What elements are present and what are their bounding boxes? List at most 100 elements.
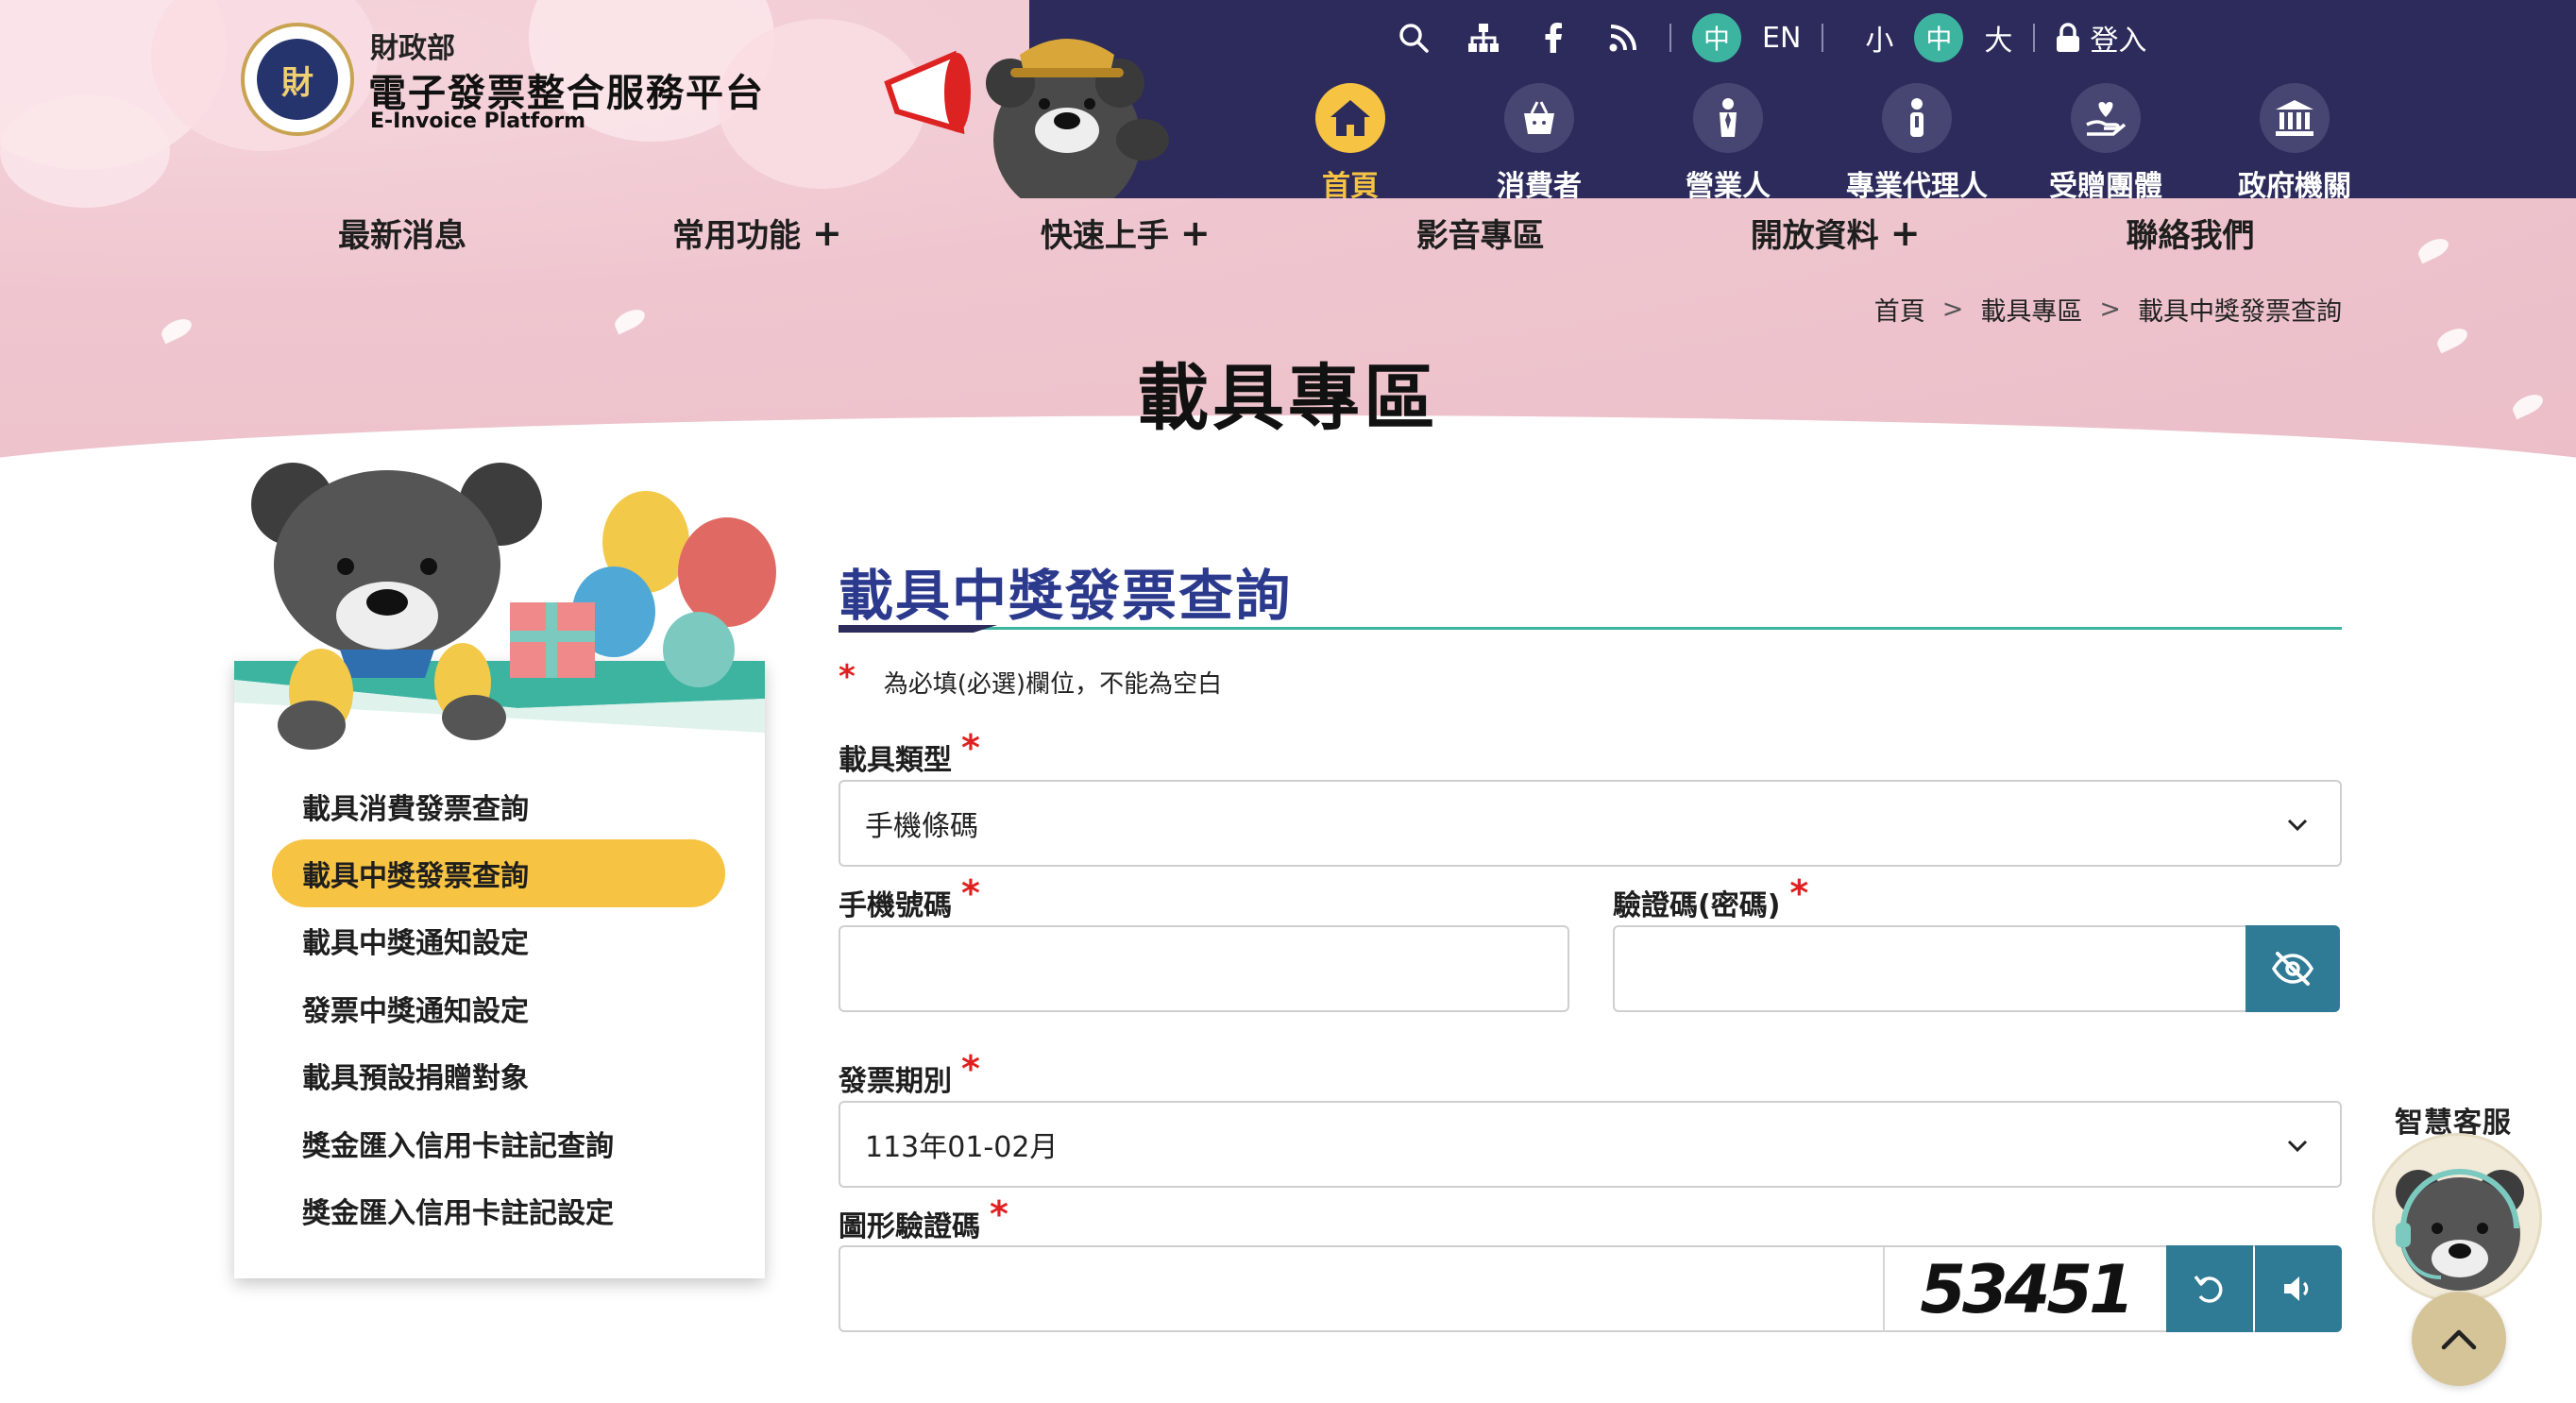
sidebar-item-default-donation[interactable]: 載具預設捐贈對象 [272, 1042, 725, 1109]
businessman-icon [1693, 83, 1763, 153]
divider [2033, 24, 2036, 52]
donation-hand-icon [2071, 83, 2141, 153]
sidebar-item-carrier-winning-query[interactable]: 載具中獎發票查詢 [272, 839, 725, 907]
sidebar-item-credit-card-query[interactable]: 獎金匯入信用卡註記查詢 [272, 1109, 725, 1176]
role-label: 專業代理人 [1846, 170, 1988, 203]
sidebar-item-credit-card-setting[interactable]: 獎金匯入信用卡註記設定 [272, 1176, 725, 1243]
login-label: 登入 [2090, 25, 2147, 58]
required-star: * [839, 658, 856, 696]
audio-captcha-button[interactable] [2255, 1245, 2342, 1332]
nav-video-zone[interactable]: 影音專區 [1416, 210, 1545, 256]
role-consumer[interactable]: 消費者 [1445, 83, 1634, 204]
nav-contact-us[interactable]: 聯絡我們 [2127, 210, 2255, 256]
required-star: * [1789, 872, 1809, 914]
brand-name-en: E-Invoice Platform [370, 110, 586, 133]
phone-barcode-label: 手機號碼 * [839, 872, 980, 923]
lang-zh-button[interactable]: 中 [1692, 13, 1741, 62]
font-size-large-button[interactable]: 大 [1963, 17, 2033, 59]
chevron-down-icon [2287, 1140, 2308, 1153]
rss-icon[interactable] [1598, 13, 1649, 62]
captcha-label: 圖形驗證碼 * [839, 1193, 1008, 1244]
invoice-period-label: 發票期別 * [839, 1048, 980, 1099]
required-star: * [961, 727, 980, 769]
lang-en-button[interactable]: EN [1741, 22, 1822, 55]
role-label: 受贈團體 [2049, 170, 2162, 203]
sidebar-item-carrier-winning-notify[interactable]: 載具中獎通知設定 [272, 907, 725, 974]
back-to-top-button[interactable] [2412, 1292, 2506, 1386]
toggle-password-button[interactable] [2246, 925, 2340, 1012]
carrier-type-label: 載具類型 * [839, 727, 980, 778]
nav-label: 最新消息 [338, 217, 466, 255]
sitemap-icon[interactable] [1458, 13, 1509, 62]
chevron-down-icon [2287, 819, 2308, 832]
role-government[interactable]: 政府機關 [2200, 83, 2389, 204]
breadcrumb-carrier-zone[interactable]: 載具專區 [1980, 291, 2082, 328]
role-label: 消費者 [1497, 170, 1582, 203]
required-star: * [961, 872, 980, 914]
page-title: 載具專區 [1137, 356, 1439, 440]
font-size-medium-button[interactable]: 中 [1914, 13, 1964, 62]
role-business[interactable]: 營業人 [1634, 83, 1822, 204]
role-label: 營業人 [1686, 170, 1771, 203]
nav-label: 影音專區 [1415, 217, 1545, 255]
bear-headset-icon [2396, 1169, 2524, 1291]
shopping-bag-icon [1504, 83, 1574, 153]
captcha-image-text: 53451 [1920, 1251, 2135, 1328]
carrier-type-value: 手機條碼 [865, 810, 978, 843]
required-star: * [961, 1048, 980, 1090]
mof-logo[interactable]: 財 [241, 23, 354, 136]
divider [1822, 24, 1824, 52]
nav-label: 開放資料 [1750, 217, 1879, 255]
required-star: * [990, 1193, 1008, 1235]
sidebar-item-invoice-winning-notify[interactable]: 發票中獎通知設定 [272, 974, 725, 1041]
breadcrumb-separator: > [2099, 295, 2121, 324]
required-note: * 為必填(必選)欄位，不能為空白 [839, 658, 1223, 700]
heading-underline [839, 627, 2342, 630]
lock-icon [2057, 23, 2080, 52]
nav-latest-news[interactable]: 最新消息 [338, 210, 466, 256]
chevron-up-icon [2441, 1329, 2477, 1350]
agent-icon [1882, 83, 1952, 153]
heading-accent [839, 625, 997, 633]
role-label: 政府機關 [2238, 170, 2351, 203]
bear-megaphone-mascot [884, 39, 1169, 198]
login-button[interactable]: 登入 [2056, 17, 2146, 59]
label-text: 手機號碼 [839, 889, 952, 922]
captcha-image: 53451 [1883, 1247, 2166, 1332]
search-icon[interactable] [1388, 13, 1439, 62]
carrier-type-select[interactable]: 手機條碼 [839, 780, 2342, 867]
label-text: 載具類型 [839, 744, 952, 777]
role-home[interactable]: 首頁 [1256, 83, 1445, 204]
plus-icon: + [1890, 211, 1921, 254]
nav-quick-start[interactable]: 快速上手 + [1041, 210, 1211, 256]
refresh-captcha-button[interactable] [2166, 1245, 2253, 1332]
label-text: 發票期別 [839, 1065, 952, 1098]
nav-common-functions[interactable]: 常用功能 + [672, 210, 842, 256]
font-size-small-button[interactable]: 小 [1844, 17, 1914, 59]
nav-open-data[interactable]: 開放資料 + [1751, 210, 1921, 256]
nav-label: 常用功能 [672, 217, 801, 255]
logo-emblem: 財 [257, 39, 338, 120]
required-note-text: 為必填(必選)欄位，不能為空白 [883, 670, 1223, 699]
bear-balloons-mascot [251, 463, 776, 750]
password-input[interactable] [1613, 925, 2249, 1012]
plus-icon: + [812, 211, 842, 254]
role-agent[interactable]: 專業代理人 [1822, 83, 2011, 204]
speaker-icon [2284, 1276, 2309, 1301]
sidebar-menu: 載具消費發票查詢 載具中獎發票查詢 載具中獎通知設定 發票中獎通知設定 載具預設… [272, 772, 725, 1244]
label-text: 驗證碼(密碼) [1613, 889, 1781, 922]
home-icon [1315, 83, 1385, 153]
role-donation-group[interactable]: 受贈團體 [2011, 83, 2200, 204]
password-label: 驗證碼(密碼) * [1613, 872, 1809, 923]
main-navigation: 最新消息 常用功能 + 快速上手 + 影音專區 開放資料 + 聯絡我們 [283, 210, 2361, 256]
facebook-icon[interactable] [1528, 13, 1579, 62]
brand-org: 財政部 [370, 32, 455, 65]
government-building-icon [2260, 83, 2330, 153]
sidebar-item-carrier-invoice-query[interactable]: 載具消費發票查詢 [272, 772, 725, 839]
phone-barcode-input[interactable] [839, 925, 1569, 1012]
breadcrumb-separator: > [1941, 295, 1964, 324]
eye-slash-icon [2272, 952, 2313, 986]
breadcrumb-home[interactable]: 首頁 [1874, 291, 1925, 328]
customer-service-avatar[interactable] [2372, 1133, 2542, 1303]
invoice-period-select[interactable]: 113年01-02月 [839, 1101, 2342, 1188]
